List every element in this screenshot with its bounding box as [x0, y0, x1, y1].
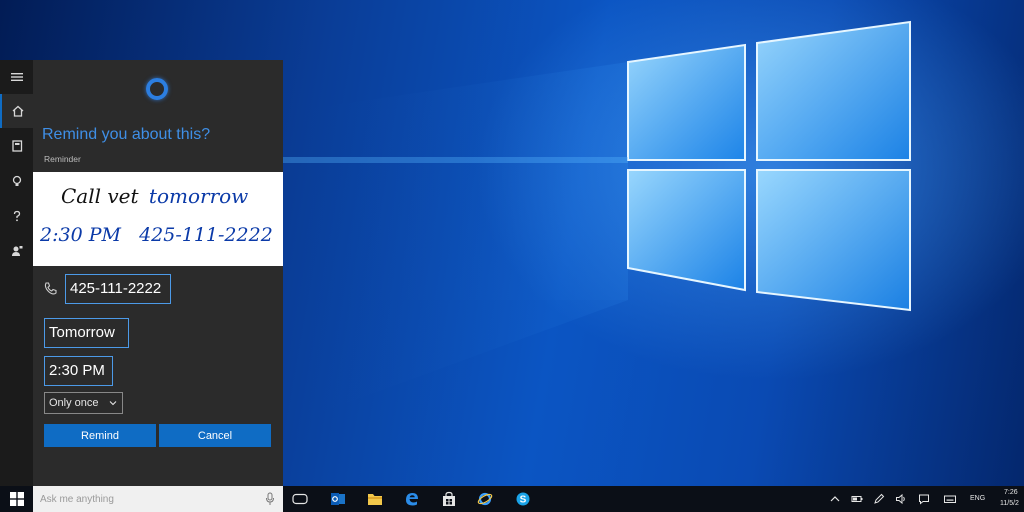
phone-icon: [44, 282, 57, 295]
reminder-question: Remind you about this?: [42, 126, 211, 143]
chevron-down-icon: [109, 401, 117, 406]
time-picker[interactable]: 2:30 PM: [44, 356, 113, 386]
search-placeholder: Ask me anything: [40, 493, 114, 505]
ink-line-1: Call vet tomorrow: [61, 184, 248, 208]
feedback-icon[interactable]: [0, 234, 33, 268]
phone-number-field[interactable]: 425-111-2222: [65, 274, 171, 304]
repeat-dropdown[interactable]: Only once: [44, 392, 123, 414]
taskbar-clock-time[interactable]: 7:26: [1004, 489, 1018, 496]
cortana-ring-icon: [146, 78, 168, 100]
hamburger-menu-icon[interactable]: [0, 60, 33, 94]
taskbar-clock-date[interactable]: 11/5/2: [1000, 500, 1019, 507]
chevron-up-icon[interactable]: [829, 493, 841, 505]
edge-browser-icon[interactable]: [403, 490, 421, 508]
cortana-left-rail: [0, 60, 33, 486]
file-explorer-icon[interactable]: [366, 490, 384, 508]
ink-text-dark: Call vet: [61, 184, 139, 208]
start-button[interactable]: [0, 486, 33, 512]
phone-row: 425-111-2222: [42, 274, 171, 304]
taskbar-search-box[interactable]: Ask me anything: [33, 486, 283, 512]
date-picker[interactable]: Tomorrow: [44, 318, 129, 348]
microphone-icon[interactable]: [265, 492, 275, 506]
internet-explorer-icon[interactable]: [476, 490, 494, 508]
lightbulb-icon[interactable]: [0, 164, 33, 198]
home-icon[interactable]: [0, 94, 33, 128]
outlook-icon[interactable]: [329, 490, 347, 508]
cortana-reminder-panel: Remind you about this? Reminder Call vet…: [33, 60, 283, 486]
windows-start-icon: [9, 492, 24, 506]
handwriting-ink-area[interactable]: Call vet tomorrow 2:30 PM 425-111-2222: [33, 172, 283, 266]
input-language-indicator[interactable]: ENG: [970, 495, 985, 502]
svg-text:S: S: [520, 495, 527, 506]
store-icon[interactable]: [440, 490, 458, 508]
cancel-button[interactable]: Cancel: [159, 424, 271, 447]
task-view-icon[interactable]: [291, 490, 309, 508]
ink-line-2: 2:30 PM 425-111-2222: [40, 224, 273, 246]
help-icon[interactable]: [0, 199, 33, 233]
action-center-icon[interactable]: [918, 493, 930, 505]
reminder-section-label: Reminder: [44, 154, 81, 164]
skype-icon[interactable]: S: [514, 490, 532, 508]
volume-icon[interactable]: [895, 493, 907, 505]
ink-text-blue: tomorrow: [148, 184, 249, 208]
repeat-dropdown-value: Only once: [49, 397, 99, 409]
notebook-icon[interactable]: [0, 129, 33, 163]
pen-workspace-icon[interactable]: [873, 493, 885, 505]
battery-icon[interactable]: [851, 493, 863, 505]
taskbar: Ask me anything S ENG 7:26 11/5/2: [0, 486, 1024, 512]
keyboard-icon[interactable]: [944, 493, 956, 505]
remind-button[interactable]: Remind: [44, 424, 156, 447]
